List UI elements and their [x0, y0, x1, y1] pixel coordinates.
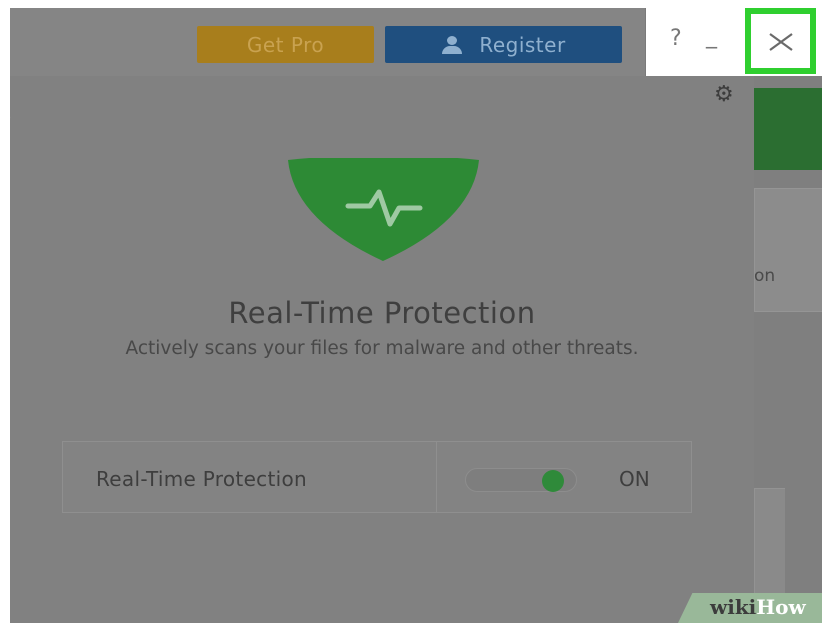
minimize-icon[interactable]: _: [706, 24, 717, 49]
shield-heartbeat-icon: [288, 158, 479, 261]
app-window: Get Pro Register ? _ on › ⚙: [10, 8, 822, 623]
gear-icon[interactable]: ⚙: [714, 82, 734, 107]
register-button[interactable]: Register: [385, 26, 622, 63]
background-green-banner: [754, 88, 822, 170]
get-pro-label: Get Pro: [246, 32, 325, 57]
close-button[interactable]: [745, 8, 816, 74]
watermark-how: How: [756, 595, 806, 619]
user-icon: [441, 35, 463, 54]
get-pro-button[interactable]: Get Pro: [197, 26, 374, 63]
window-controls: ? _: [646, 8, 822, 76]
real-time-protection-panel: › ⚙ Real-Time Protection Actively scans …: [10, 76, 754, 623]
panel-title: Real-Time Protection: [228, 296, 536, 330]
real-time-protection-toggle[interactable]: [465, 468, 577, 492]
setting-label: Real-Time Protection: [96, 467, 307, 491]
chevron-right-icon[interactable]: ›: [10, 102, 12, 132]
background-card: [754, 188, 822, 312]
background-app-strip: on: [754, 76, 822, 623]
close-icon: [768, 33, 793, 51]
help-icon[interactable]: ?: [670, 26, 682, 51]
wikihow-watermark: wikiHow: [678, 593, 822, 623]
background-card-text: on: [754, 266, 776, 286]
divider: [436, 442, 437, 512]
watermark-wiki: wiki: [710, 595, 757, 619]
register-label: Register: [479, 32, 566, 57]
toggle-knob: [542, 470, 564, 492]
panel-description: Actively scans your files for malware an…: [125, 338, 639, 359]
real-time-protection-setting: Real-Time Protection ON: [62, 441, 692, 513]
toggle-state-label: ON: [619, 467, 650, 491]
title-bar: Get Pro Register: [10, 8, 645, 77]
